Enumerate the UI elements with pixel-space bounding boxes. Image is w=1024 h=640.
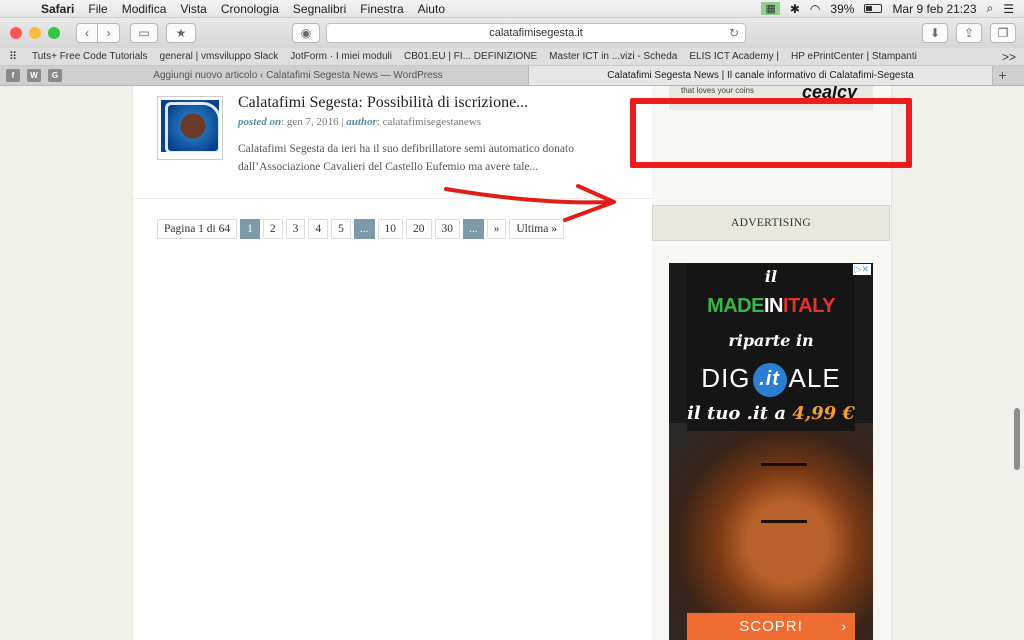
battery-icon[interactable] — [864, 4, 883, 13]
extension-icon[interactable]: ◉ — [292, 23, 320, 43]
spotlight-icon[interactable]: ⌕ — [987, 1, 994, 16]
browser-toolbar: ‹ › ▭ ★ ◉ calatafimisegesta.it ↻ ⬇ ⇪ ❐ — [0, 18, 1024, 48]
window-controls — [10, 27, 60, 39]
bluetooth-icon[interactable]: ✱ — [790, 2, 800, 16]
toolbar-right: ⬇ ⇪ ❐ — [922, 23, 1016, 43]
downloads-icon[interactable]: ⬇ — [922, 23, 948, 43]
menu-aiuto[interactable]: Aiuto — [411, 2, 452, 16]
tab-calatafimi-news[interactable]: Calatafimi Segesta News | Il canale info… — [528, 66, 992, 85]
wifi-icon[interactable]: ◠ — [810, 2, 820, 16]
new-tab-icon[interactable]: + — [992, 66, 1012, 85]
back-icon[interactable]: ‹ — [76, 23, 98, 43]
pinned-tab-facebook-icon[interactable]: f — [6, 69, 20, 82]
menubar: Safari File Modifica Vista Cronologia Se… — [0, 0, 1024, 18]
annotation-arrow — [444, 184, 616, 222]
minimize-window-icon[interactable] — [29, 27, 41, 39]
menu-cronologia[interactable]: Cronologia — [214, 2, 286, 16]
menu-segnalibri[interactable]: Segnalibri — [286, 2, 353, 16]
menubar-status: ▦ ✱ ◠ 39% Mar 9 feb 21:23 ⌕ ☰ — [761, 1, 1024, 16]
battery-percent[interactable]: 39% — [830, 2, 854, 16]
menu-vista[interactable]: Vista — [173, 2, 213, 16]
top-sites-icon[interactable]: ⠿ — [0, 50, 26, 63]
bookmarks-bar: ⠿ Tuts+ Free Code Tutorials general | vm… — [0, 48, 1024, 66]
reload-icon[interactable]: ↻ — [729, 24, 739, 42]
pinned-tabs: f W G — [0, 66, 68, 85]
annotation-highlight-box — [630, 98, 912, 168]
bookmark-hp-eprint[interactable]: HP ePrintCenter | Stampanti — [785, 51, 923, 62]
show-tabs-icon[interactable]: ❐ — [990, 23, 1016, 43]
bookmark-slack[interactable]: general | vmsviluppo Slack — [154, 51, 285, 62]
bookmarks-more-icon[interactable]: >> — [1002, 50, 1024, 64]
pinned-tab-google-icon[interactable]: G — [48, 69, 62, 82]
menu-finestra[interactable]: Finestra — [353, 2, 410, 16]
nav-buttons: ‹ › — [76, 23, 120, 43]
bookmark-tuts[interactable]: Tuts+ Free Code Tutorials — [26, 51, 154, 62]
pinned-tab-wordpress-icon[interactable]: W — [27, 69, 41, 82]
tab-wordpress[interactable]: Aggiungi nuovo articolo ‹ Calatafimi Seg… — [68, 66, 528, 85]
status-app-icon[interactable]: ▦ — [761, 2, 780, 15]
menu-app-safari[interactable]: Safari — [34, 2, 81, 16]
address-text: calatafimisegesta.it — [489, 27, 583, 39]
sidebar-toggle-icon[interactable]: ▭ — [130, 23, 158, 43]
zoom-window-icon[interactable] — [48, 27, 60, 39]
menu-file[interactable]: File — [81, 2, 114, 16]
notification-center-icon[interactable]: ☰ — [1003, 2, 1014, 16]
page-viewport: Calatafimi Segesta: Possibilità di iscri… — [0, 86, 1024, 640]
clock[interactable]: Mar 9 feb 21:23 — [892, 2, 976, 16]
menu-modifica[interactable]: Modifica — [115, 2, 174, 16]
bookmark-elis[interactable]: ELIS ICT Academy | — [683, 51, 785, 62]
bookmarks-icon[interactable]: ★ — [166, 23, 196, 43]
tab-bar: f W G Aggiungi nuovo articolo ‹ Calatafi… — [0, 66, 1024, 86]
address-bar[interactable]: calatafimisegesta.it ↻ — [326, 23, 746, 43]
page-scrollbar[interactable] — [1014, 408, 1020, 470]
bookmark-jotform[interactable]: JotForm · I miei moduli — [284, 51, 398, 62]
close-window-icon[interactable] — [10, 27, 22, 39]
bookmark-master-ict[interactable]: Master ICT in ...vizi - Scheda — [543, 51, 683, 62]
share-icon[interactable]: ⇪ — [956, 23, 982, 43]
forward-icon[interactable]: › — [98, 23, 120, 43]
bookmark-cb01[interactable]: CB01.EU | FI... DEFINIZIONE — [398, 51, 543, 62]
